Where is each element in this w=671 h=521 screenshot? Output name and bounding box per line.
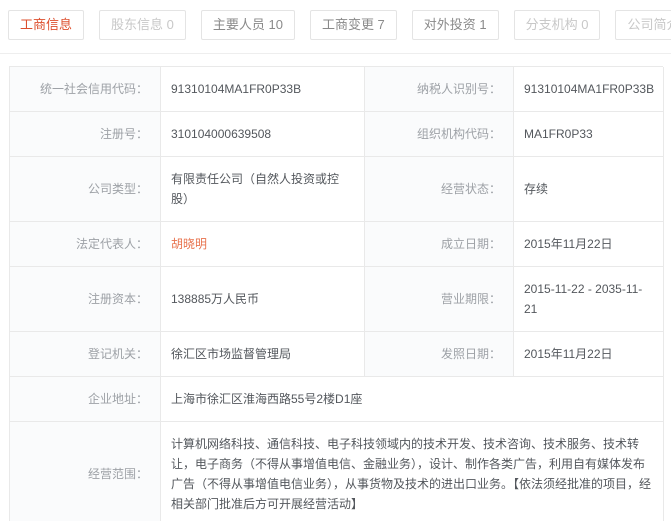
label-operating-status: 经营状态： xyxy=(365,157,514,222)
establishment-date-text: 2015年11月22日 xyxy=(524,234,613,254)
value-unified-social-credit-code: 91310104MA1FR0P33B xyxy=(161,67,365,112)
value-company-type: 有限责任公司（自然人投资或控股） xyxy=(161,157,365,222)
label-company-type: 公司类型： xyxy=(10,157,161,222)
value-organization-code: MA1FR0P33 xyxy=(514,112,664,157)
company-type-text: 有限责任公司（自然人投资或控股） xyxy=(171,169,354,209)
tab-key-personnel[interactable]: 主要人员 10 xyxy=(201,10,295,40)
label-unified-social-credit-code: 统一社会信用代码： xyxy=(10,67,161,112)
label-registered-capital: 注册资本： xyxy=(10,267,161,332)
label-registration-authority: 登记机关： xyxy=(10,332,161,377)
value-company-address: 上海市徐汇区淮海西路55号2楼D1座 xyxy=(161,377,664,422)
tab-company-profile[interactable]: 公司简介 xyxy=(615,10,671,40)
label-company-address: 企业地址： xyxy=(10,377,161,422)
value-legal-representative: 胡晓明 xyxy=(161,222,365,267)
credit-code-text: 91310104MA1FR0P33B xyxy=(171,79,301,99)
business-scope-text: 计算机网络科技、通信科技、电子科技领域内的技术开发、技术咨询、技术服务、技术转让… xyxy=(171,434,653,514)
value-taxpayer-id: 91310104MA1FR0P33B xyxy=(514,67,664,112)
label-business-scope: 经营范围： xyxy=(10,422,161,521)
registered-capital-text: 138885万人民币 xyxy=(171,289,259,309)
taxpayer-id-text: 91310104MA1FR0P33B xyxy=(524,79,654,99)
value-registered-capital: 138885万人民币 xyxy=(161,267,365,332)
label-business-term: 营业期限： xyxy=(365,267,514,332)
tab-business-changes[interactable]: 工商变更 7 xyxy=(310,10,397,40)
value-establishment-date: 2015年11月22日 xyxy=(514,222,664,267)
value-operating-status: 存续 xyxy=(514,157,664,222)
tab-shareholders[interactable]: 股东信息 0 xyxy=(99,10,186,40)
legal-representative-link[interactable]: 胡晓明 xyxy=(171,234,207,254)
label-organization-code: 组织机构代码： xyxy=(365,112,514,157)
value-business-term: 2015-11-22 - 2035-11-21 xyxy=(514,267,664,332)
company-address-text: 上海市徐汇区淮海西路55号2楼D1座 xyxy=(171,389,362,409)
business-term-text: 2015-11-22 - 2035-11-21 xyxy=(524,279,653,319)
tab-outbound-investment[interactable]: 对外投资 1 xyxy=(412,10,499,40)
label-establishment-date: 成立日期： xyxy=(365,222,514,267)
value-license-issue-date: 2015年11月22日 xyxy=(514,332,664,377)
business-info-table: 统一社会信用代码： 91310104MA1FR0P33B 纳税人识别号： 913… xyxy=(9,66,663,521)
value-registration-authority: 徐汇区市场监督管理局 xyxy=(161,332,365,377)
label-taxpayer-id: 纳税人识别号： xyxy=(365,67,514,112)
license-issue-date-text: 2015年11月22日 xyxy=(524,344,613,364)
tab-branches[interactable]: 分支机构 0 xyxy=(514,10,601,40)
registration-number-text: 310104000639508 xyxy=(171,124,271,144)
section-tabbar: 工商信息 股东信息 0 主要人员 10 工商变更 7 对外投资 1 分支机构 0… xyxy=(0,0,671,54)
label-legal-representative: 法定代表人： xyxy=(10,222,161,267)
tab-business-info[interactable]: 工商信息 xyxy=(8,10,84,40)
organization-code-text: MA1FR0P33 xyxy=(524,124,593,144)
value-registration-number: 310104000639508 xyxy=(161,112,365,157)
label-license-issue-date: 发照日期： xyxy=(365,332,514,377)
registration-authority-text: 徐汇区市场监督管理局 xyxy=(171,344,291,364)
value-business-scope: 计算机网络科技、通信科技、电子科技领域内的技术开发、技术咨询、技术服务、技术转让… xyxy=(161,422,664,521)
operating-status-text: 存续 xyxy=(524,179,548,199)
label-registration-number: 注册号： xyxy=(10,112,161,157)
